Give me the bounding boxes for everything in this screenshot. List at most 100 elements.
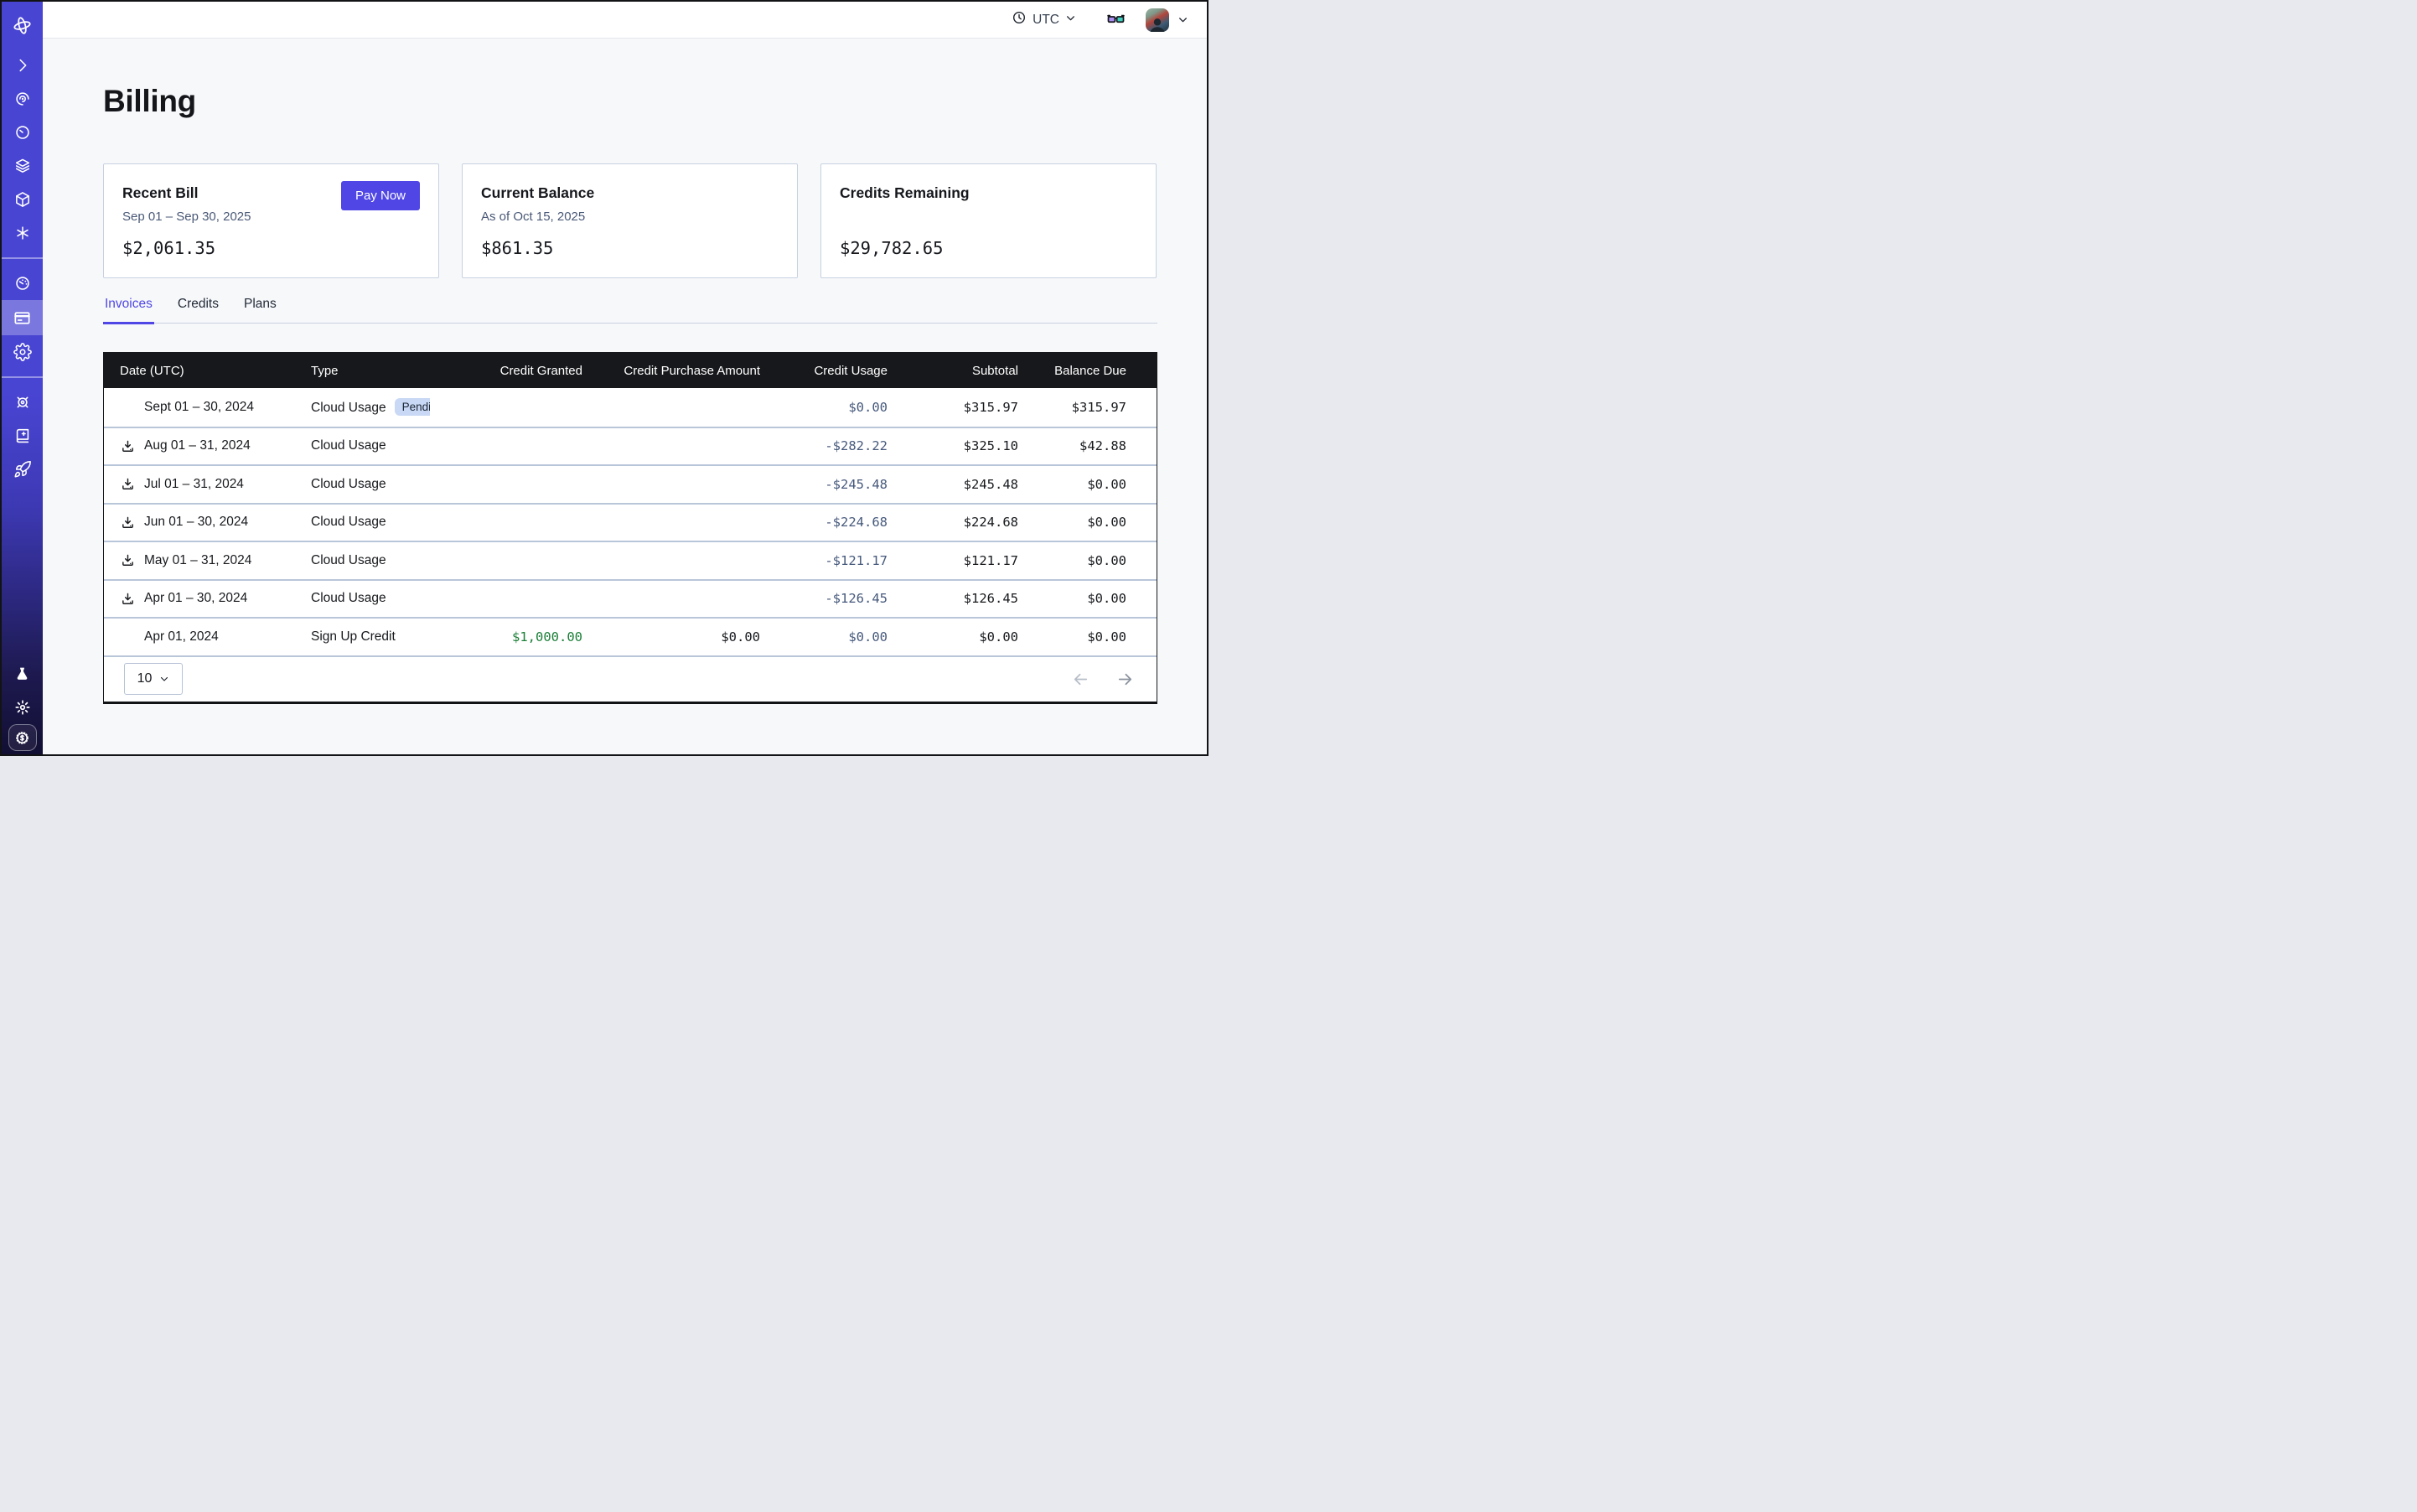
tab-plans[interactable]: Plans <box>242 297 278 324</box>
asterisk-icon <box>13 224 32 242</box>
sidebar-item-settings[interactable] <box>2 335 43 369</box>
table-row: Jun 01 – 30, 2024 Cloud Usage -$224.68 $… <box>104 503 1157 541</box>
sidebar-item-credits[interactable] <box>8 724 37 751</box>
credit-usage-value: -$224.68 <box>777 515 904 530</box>
sun-icon <box>13 698 32 717</box>
sidebar-item-expand-sidebar[interactable] <box>2 49 43 82</box>
credit-granted-value: $1,000.00 <box>430 629 599 645</box>
topbar: UTC <box>43 2 1207 39</box>
credit-usage-value: -$126.45 <box>777 591 904 606</box>
subtotal-value: $315.97 <box>904 400 1035 415</box>
chevron-down-icon[interactable] <box>1177 14 1188 25</box>
tab-invoices[interactable]: Invoices <box>103 297 154 324</box>
balance-due-value: $0.00 <box>1035 553 1155 568</box>
next-page-button[interactable] <box>1115 670 1135 689</box>
current-balance-card: Current Balance As of Oct 15, 2025 $861.… <box>462 163 798 278</box>
chevron-down-icon <box>1065 13 1076 28</box>
invoice-date: Jun 01 – 30, 2024 <box>144 515 248 530</box>
col-type: Type <box>311 364 430 378</box>
col-credit-usage: Credit Usage <box>777 364 904 378</box>
billing-tabs: Invoices Credits Plans <box>103 297 1157 324</box>
sidebar-item-observability[interactable] <box>2 82 43 116</box>
timezone-select[interactable]: UTC <box>1012 10 1076 29</box>
main-content: Billing Recent Bill Sep 01 – Sep 30, 202… <box>43 39 1207 754</box>
summary-cards: Recent Bill Sep 01 – Sep 30, 2025 $2,061… <box>103 163 1157 278</box>
sidebar-item-billing[interactable] <box>2 300 43 335</box>
download-invoice-button[interactable] <box>121 553 135 567</box>
sidebar-item-layers[interactable] <box>2 149 43 183</box>
credit-usage-value: -$245.48 <box>777 477 904 492</box>
clock-icon <box>1012 10 1027 29</box>
subtotal-value: $245.48 <box>904 477 1035 492</box>
sidebar-item-services[interactable] <box>2 216 43 250</box>
sidebar-item-support[interactable] <box>2 386 43 419</box>
invoice-date: Sept 01 – 30, 2024 <box>144 400 254 415</box>
sidebar-item-launch[interactable] <box>2 453 43 486</box>
subtotal-value: $224.68 <box>904 515 1035 530</box>
gear-icon <box>13 343 32 361</box>
user-avatar[interactable] <box>1146 8 1169 32</box>
sidebar-item-packages[interactable] <box>2 183 43 216</box>
table-row: May 01 – 31, 2024 Cloud Usage -$121.17 $… <box>104 541 1157 579</box>
page-title: Billing <box>103 84 1157 119</box>
download-invoice-button[interactable] <box>121 592 135 606</box>
table-row: Jul 01 – 31, 2024 Cloud Usage -$245.48 $… <box>104 464 1157 503</box>
sidebar-item-docs[interactable] <box>2 419 43 453</box>
balance-as-of: As of Oct 15, 2025 <box>481 210 779 225</box>
chevron-down-icon <box>159 674 169 684</box>
current-balance-amount: $861.35 <box>481 238 779 258</box>
balance-due-value: $315.97 <box>1035 400 1155 415</box>
table-row: Sept 01 – 30, 2024 Cloud UsagePending $0… <box>104 388 1157 427</box>
credit-usage-value: -$282.22 <box>777 438 904 453</box>
clock-icon <box>13 123 32 142</box>
table-header: Date (UTC) Type Credit Granted Credit Pu… <box>104 353 1157 388</box>
balance-due-value: $0.00 <box>1035 477 1155 492</box>
subtotal-value: $126.45 <box>904 591 1035 606</box>
coin-icon <box>13 729 31 747</box>
prev-page-button[interactable] <box>1071 670 1090 689</box>
download-invoice-button[interactable] <box>121 515 135 530</box>
spiral-icon <box>13 90 32 108</box>
invoice-type: Cloud Usage <box>311 553 386 567</box>
invoice-date: Jul 01 – 31, 2024 <box>144 477 244 492</box>
col-balance-due: Balance Due <box>1035 364 1155 378</box>
credits-remaining-card: Credits Remaining $29,782.65 <box>820 163 1157 278</box>
helm-icon <box>13 393 32 412</box>
subtotal-value: $121.17 <box>904 553 1035 568</box>
col-credit-granted: Credit Granted <box>430 364 599 378</box>
sidebar-item-history[interactable] <box>2 116 43 149</box>
invoice-date: Apr 01, 2024 <box>144 629 219 645</box>
recent-bill-card: Recent Bill Sep 01 – Sep 30, 2025 $2,061… <box>103 163 439 278</box>
billing-page: UTC Billing Re <box>0 0 1208 756</box>
page-size-select[interactable]: 10 <box>124 663 183 695</box>
download-invoice-button[interactable] <box>121 477 135 491</box>
3d-glasses-icon[interactable] <box>1106 10 1126 29</box>
table-row: Apr 01 – 30, 2024 Cloud Usage -$126.45 $… <box>104 579 1157 618</box>
flask-icon <box>13 665 31 683</box>
status-badge: Pending <box>395 398 430 416</box>
card-title: Credits Remaining <box>840 184 1137 202</box>
invoice-type: Sign Up Credit <box>311 629 396 644</box>
invoice-date: Aug 01 – 31, 2024 <box>144 438 251 453</box>
invoices-table: Date (UTC) Type Credit Granted Credit Pu… <box>103 352 1157 704</box>
sidebar-item-theme[interactable] <box>2 691 43 724</box>
credit-usage-value: $0.00 <box>777 629 904 645</box>
credit-usage-value: -$121.17 <box>777 553 904 568</box>
invoice-type: Cloud Usage <box>311 438 386 453</box>
download-invoice-button[interactable] <box>121 439 135 453</box>
gauge-icon <box>13 274 32 293</box>
sidebar-item-labs[interactable] <box>2 657 43 691</box>
table-footer: 10 <box>104 655 1157 702</box>
book-icon <box>13 427 32 445</box>
pay-now-button[interactable]: Pay Now <box>341 181 420 210</box>
balance-due-value: $0.00 <box>1035 591 1155 606</box>
col-credit-purchase: Credit Purchase Amount <box>599 364 777 378</box>
tab-credits[interactable]: Credits <box>176 297 220 324</box>
arrow-right-icon <box>1115 670 1135 689</box>
invoice-date: May 01 – 31, 2024 <box>144 553 251 568</box>
arrow-left-icon <box>1071 670 1090 689</box>
app-logo[interactable] <box>2 2 43 49</box>
sidebar-item-usage[interactable] <box>2 267 43 300</box>
col-subtotal: Subtotal <box>904 364 1035 378</box>
invoice-type: Cloud Usage <box>311 401 386 415</box>
